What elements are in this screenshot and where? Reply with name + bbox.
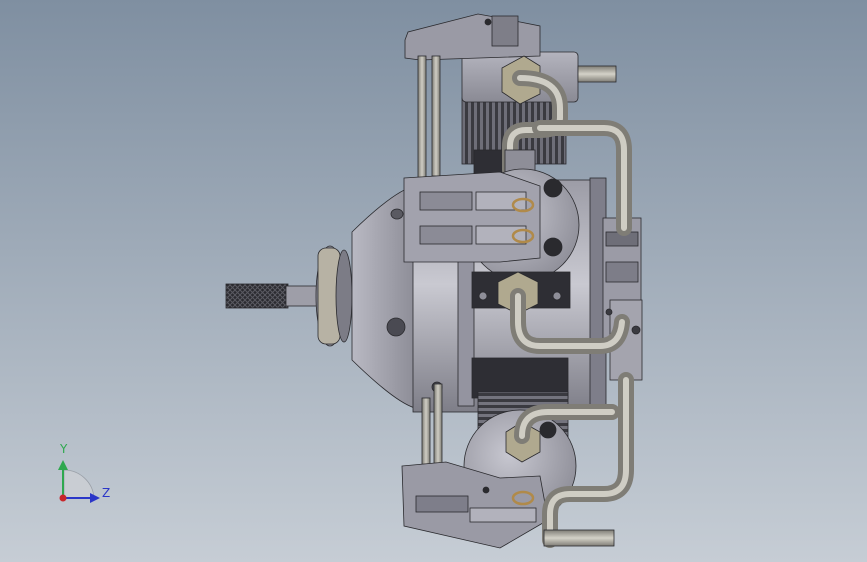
triad-z-label: Z bbox=[102, 486, 111, 500]
bottom-rocker-block-b[interactable] bbox=[469, 507, 537, 523]
model-scene[interactable] bbox=[0, 0, 867, 562]
rear-cover-bolt bbox=[605, 308, 613, 316]
threaded-shaft[interactable] bbox=[225, 283, 289, 309]
bottom-rocker-block-a[interactable] bbox=[415, 495, 469, 513]
rocker-block-c[interactable] bbox=[475, 191, 527, 211]
cam-hole-b bbox=[543, 237, 563, 257]
bottom-exhaust-stub[interactable] bbox=[543, 529, 615, 547]
bottom-rocker-pivot bbox=[482, 486, 490, 494]
top-pushrod-a[interactable] bbox=[417, 55, 427, 197]
bottom-pushrod-b[interactable] bbox=[433, 383, 443, 469]
base-bolt bbox=[552, 291, 562, 301]
graphics-viewport[interactable]: Y Z bbox=[0, 0, 867, 562]
rocker-pivot bbox=[484, 18, 492, 26]
center-rocker-arm[interactable] bbox=[403, 171, 541, 263]
bottom-cam-hole bbox=[539, 421, 557, 439]
hub-disk-back[interactable] bbox=[335, 249, 353, 343]
triad-y-label: Y bbox=[60, 442, 68, 456]
top-rocker-bracket[interactable] bbox=[491, 15, 519, 47]
cone-hole-side[interactable] bbox=[386, 317, 406, 337]
top-exhaust-stub[interactable] bbox=[577, 65, 617, 83]
cam-hole-a bbox=[543, 178, 563, 198]
triad-x-axis-dot bbox=[59, 494, 67, 502]
rocker-block-a[interactable] bbox=[419, 191, 473, 211]
base-bolt bbox=[478, 291, 488, 301]
shaft-collar[interactable] bbox=[285, 285, 321, 307]
rocker-block-b[interactable] bbox=[419, 225, 473, 245]
rear-cover-bolt bbox=[631, 325, 641, 335]
rear-block-slot-b bbox=[605, 261, 639, 283]
cone-hole-top[interactable] bbox=[390, 208, 404, 220]
top-pushrod-b[interactable] bbox=[431, 55, 441, 177]
bottom-pushrod-a[interactable] bbox=[421, 397, 431, 469]
